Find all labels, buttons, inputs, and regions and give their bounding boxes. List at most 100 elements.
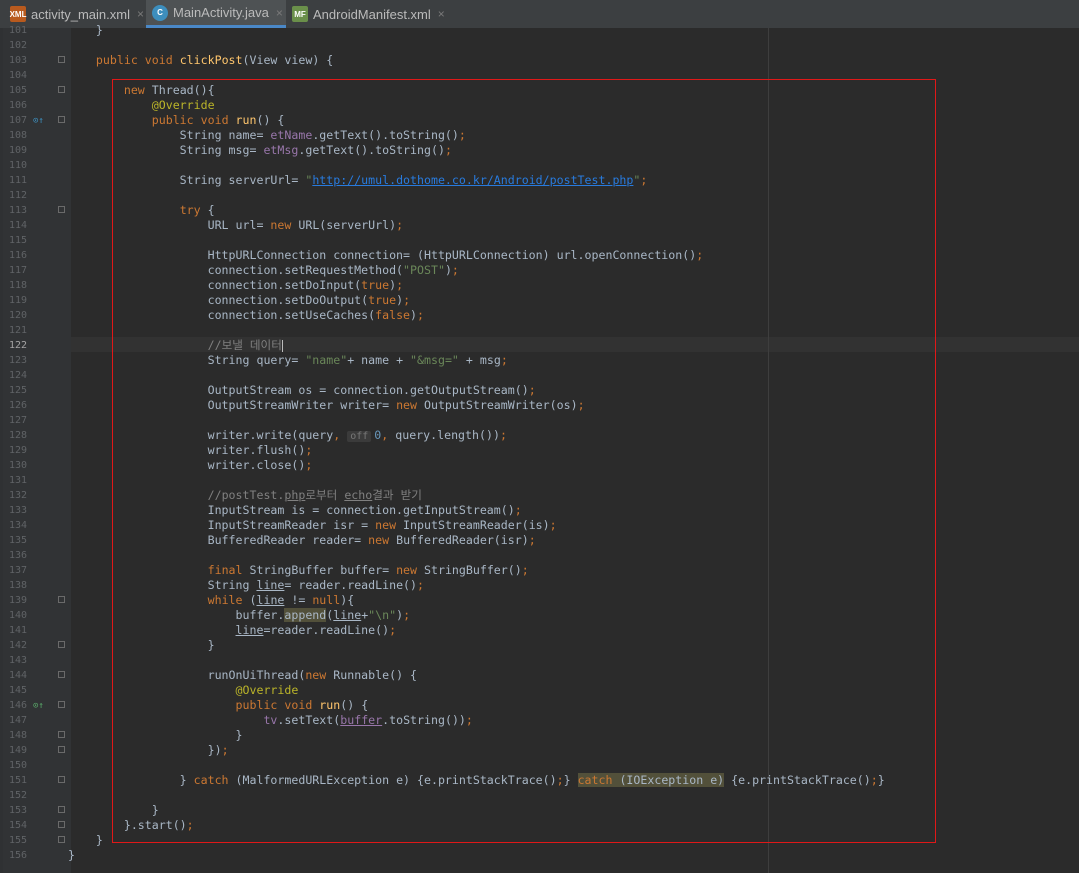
code-line[interactable]: 140 buffer.append(line+"\n");	[0, 608, 1079, 623]
code-text[interactable]: writer.write(query, off 0, query.length()…	[68, 428, 507, 444]
code-line[interactable]: 135 BufferedReader reader= new BufferedR…	[0, 533, 1079, 548]
code-text[interactable]: buffer.append(line+"\n");	[68, 608, 410, 623]
fold-toggle-icon[interactable]	[58, 731, 65, 738]
code-text[interactable]: tv.setText(buffer.toString());	[68, 713, 472, 728]
code-line[interactable]: 145 @Override	[0, 683, 1079, 698]
code-line[interactable]: 121	[0, 323, 1079, 338]
code-text[interactable]: connection.setUseCaches(false);	[68, 308, 424, 323]
code-line[interactable]: 156}	[0, 848, 1079, 863]
code-line[interactable]: 107 ⊙↑ public void run() {	[0, 113, 1079, 128]
code-line[interactable]: 114 URL url= new URL(serverUrl);	[0, 218, 1079, 233]
code-line[interactable]: 148 }	[0, 728, 1079, 743]
code-text[interactable]: //postTest.php로부터 echo결과 받기	[68, 488, 422, 503]
code-text[interactable]: }.start();	[68, 818, 194, 833]
code-line[interactable]: 127	[0, 413, 1079, 428]
code-line[interactable]: 113 try {	[0, 203, 1079, 218]
code-line[interactable]: 108 String name= etName.getText().toStri…	[0, 128, 1079, 143]
code-line[interactable]: 122 //보낼 데이터	[0, 338, 1079, 353]
code-text[interactable]: connection.setDoInput(true);	[68, 278, 403, 293]
code-line[interactable]: 130 writer.close();	[0, 458, 1079, 473]
code-text[interactable]: String line= reader.readLine();	[68, 578, 424, 593]
close-icon[interactable]: ×	[276, 6, 283, 20]
code-text[interactable]: public void run() {	[68, 698, 369, 713]
code-line[interactable]: 117 connection.setRequestMethod("POST");	[0, 263, 1079, 278]
code-line[interactable]: 103 public void clickPost(View view) {	[0, 53, 1079, 68]
code-line[interactable]: 143	[0, 653, 1079, 668]
fold-toggle-icon[interactable]	[58, 836, 65, 843]
fold-toggle-icon[interactable]	[58, 116, 65, 123]
code-text[interactable]: });	[68, 743, 229, 758]
code-line[interactable]: 144 runOnUiThread(new Runnable() {	[0, 668, 1079, 683]
code-line[interactable]: 141 line=reader.readLine();	[0, 623, 1079, 638]
code-text[interactable]: new Thread(){	[68, 83, 215, 98]
code-line[interactable]: 123 String query= "name"+ name + "&msg="…	[0, 353, 1079, 368]
code-line[interactable]: 101 }	[0, 23, 1079, 38]
code-line[interactable]: 146 ⊙↑ public void run() {	[0, 698, 1079, 713]
fold-toggle-icon[interactable]	[58, 701, 65, 708]
code-line[interactable]: 102	[0, 38, 1079, 53]
code-line[interactable]: 147 tv.setText(buffer.toString());	[0, 713, 1079, 728]
code-line[interactable]: 131	[0, 473, 1079, 488]
fold-toggle-icon[interactable]	[58, 596, 65, 603]
code-line[interactable]: 154 }.start();	[0, 818, 1079, 833]
code-line[interactable]: 106 @Override	[0, 98, 1079, 113]
code-line[interactable]: 125 OutputStream os = connection.getOutp…	[0, 383, 1079, 398]
code-line[interactable]: 150	[0, 758, 1079, 773]
fold-toggle-icon[interactable]	[58, 206, 65, 213]
code-text[interactable]: String serverUrl= "http://umul.dothome.c…	[68, 173, 648, 188]
code-line[interactable]: 111 String serverUrl= "http://umul.dotho…	[0, 173, 1079, 188]
close-icon[interactable]: ×	[438, 7, 445, 21]
code-line[interactable]: 112	[0, 188, 1079, 203]
code-line[interactable]: 132 //postTest.php로부터 echo결과 받기	[0, 488, 1079, 503]
code-text[interactable]: }	[68, 638, 215, 653]
code-text[interactable]: connection.setDoOutput(true);	[68, 293, 410, 308]
code-line[interactable]: 133 InputStream is = connection.getInput…	[0, 503, 1079, 518]
fold-toggle-icon[interactable]	[58, 641, 65, 648]
code-text[interactable]: try {	[68, 203, 215, 218]
code-line[interactable]: 134 InputStreamReader isr = new InputStr…	[0, 518, 1079, 533]
code-text[interactable]: InputStream is = connection.getInputStre…	[68, 503, 522, 518]
code-text[interactable]: OutputStreamWriter writer= new OutputStr…	[68, 398, 585, 413]
code-text[interactable]: writer.flush();	[68, 443, 313, 458]
code-line[interactable]: 109 String msg= etMsg.getText().toString…	[0, 143, 1079, 158]
code-line[interactable]: 139 while (line != null){	[0, 593, 1079, 608]
code-text[interactable]: String query= "name"+ name + "&msg=" + m…	[68, 353, 508, 368]
fold-toggle-icon[interactable]	[58, 86, 65, 93]
code-text[interactable]: } catch (MalformedURLException e) {e.pri…	[68, 773, 885, 788]
code-line[interactable]: 120 connection.setUseCaches(false);	[0, 308, 1079, 323]
code-line[interactable]: 115	[0, 233, 1079, 248]
code-line[interactable]: 152	[0, 788, 1079, 803]
code-line[interactable]: 116 HttpURLConnection connection= (HttpU…	[0, 248, 1079, 263]
code-line[interactable]: 126 OutputStreamWriter writer= new Outpu…	[0, 398, 1079, 413]
fold-toggle-icon[interactable]	[58, 806, 65, 813]
code-text[interactable]: runOnUiThread(new Runnable() {	[68, 668, 417, 683]
code-line[interactable]: 128 writer.write(query, off 0, query.leng…	[0, 428, 1079, 443]
code-line[interactable]: 137 final StringBuffer buffer= new Strin…	[0, 563, 1079, 578]
code-text[interactable]: writer.close();	[68, 458, 313, 473]
fold-toggle-icon[interactable]	[58, 671, 65, 678]
code-text[interactable]: while (line != null){	[68, 593, 355, 608]
code-text[interactable]: OutputStream os = connection.getOutputSt…	[68, 383, 536, 398]
code-line[interactable]: 129 writer.flush();	[0, 443, 1079, 458]
code-line[interactable]: 136	[0, 548, 1079, 563]
override-method-icon[interactable]: ⊙↑	[33, 700, 47, 712]
code-line[interactable]: 149 });	[0, 743, 1079, 758]
code-line[interactable]: 142 }	[0, 638, 1079, 653]
code-line[interactable]: 153 }	[0, 803, 1079, 818]
code-text[interactable]: public void run() {	[68, 113, 285, 128]
code-text[interactable]: line=reader.readLine();	[68, 623, 397, 638]
code-line[interactable]: 105 new Thread(){	[0, 83, 1079, 98]
code-text[interactable]: BufferedReader reader= new BufferedReade…	[68, 533, 536, 548]
code-line[interactable]: 151 } catch (MalformedURLException e) {e…	[0, 773, 1079, 788]
fold-toggle-icon[interactable]	[58, 56, 65, 63]
code-text[interactable]: InputStreamReader isr = new InputStreamR…	[68, 518, 557, 533]
code-line[interactable]: 138 String line= reader.readLine();	[0, 578, 1079, 593]
fold-toggle-icon[interactable]	[58, 776, 65, 783]
close-icon[interactable]: ×	[137, 7, 144, 21]
code-text[interactable]: String name= etName.getText().toString()…	[68, 128, 466, 143]
code-line[interactable]: 118 connection.setDoInput(true);	[0, 278, 1079, 293]
fold-toggle-icon[interactable]	[58, 746, 65, 753]
code-text[interactable]: HttpURLConnection connection= (HttpURLCo…	[68, 248, 704, 263]
override-method-icon[interactable]: ⊙↑	[33, 115, 47, 127]
fold-toggle-icon[interactable]	[58, 821, 65, 828]
